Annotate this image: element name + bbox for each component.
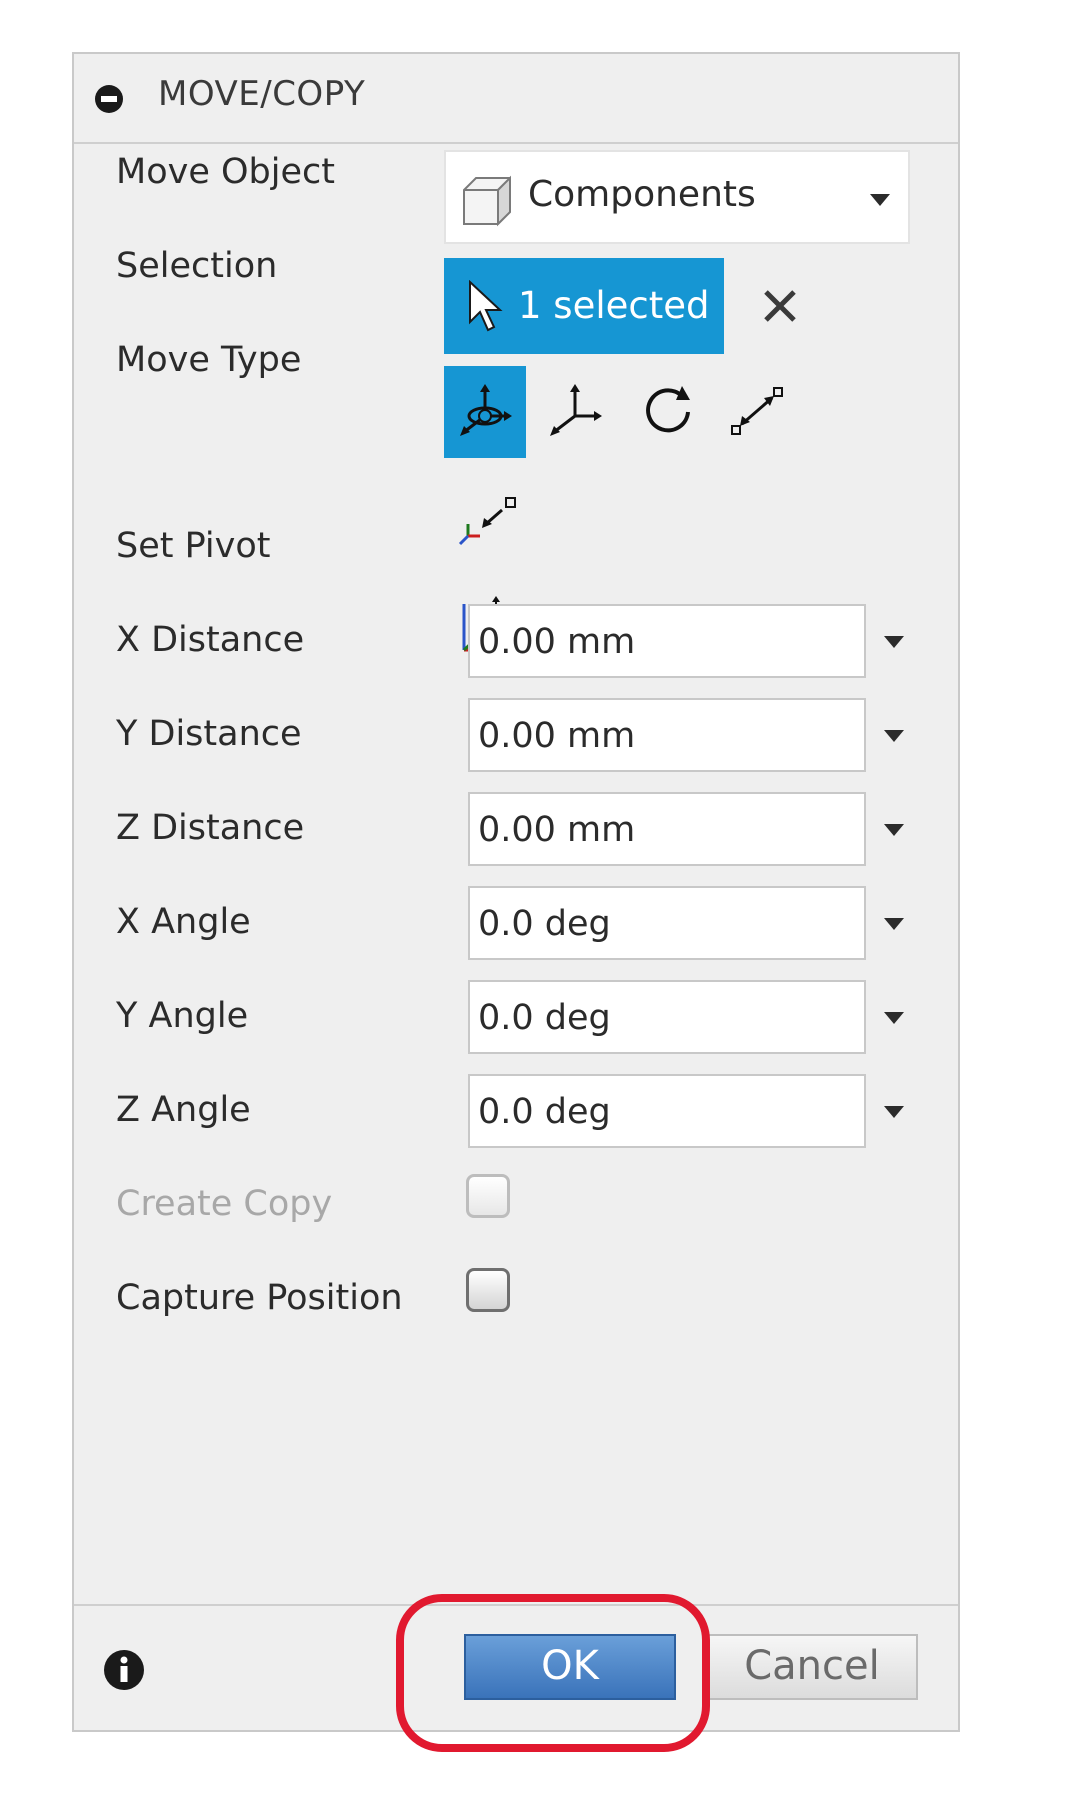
- move-type-rotate[interactable]: [626, 366, 708, 458]
- collapse-icon[interactable]: [94, 84, 124, 114]
- move-type-point-to-point[interactable]: [716, 366, 798, 458]
- move-type-label: Move Type: [116, 340, 302, 380]
- cube-icon: [463, 175, 511, 227]
- point-to-point-icon: [731, 387, 783, 435]
- move-object-value: Components: [528, 174, 756, 215]
- dialog-header: MOVE/COPY: [74, 54, 958, 144]
- create-copy-label: Create Copy: [116, 1184, 333, 1224]
- set-pivot-label: Set Pivot: [116, 526, 271, 566]
- y-angle-field[interactable]: 0.0 deg: [468, 980, 866, 1054]
- x-angle-field[interactable]: 0.0 deg: [468, 886, 866, 960]
- chevron-down-icon[interactable]: [884, 1012, 904, 1024]
- y-distance-value: 0.00 mm: [478, 716, 636, 756]
- cancel-button[interactable]: Cancel: [706, 1634, 918, 1700]
- rotate-icon: [646, 386, 690, 433]
- y-angle-label: Y Angle: [116, 996, 249, 1036]
- z-distance-value: 0.00 mm: [478, 810, 636, 850]
- ok-highlight-annotation: [396, 1594, 710, 1752]
- x-distance-value: 0.00 mm: [478, 622, 636, 662]
- chevron-down-icon[interactable]: [884, 730, 904, 742]
- z-angle-field[interactable]: 0.0 deg: [468, 1074, 866, 1148]
- x-distance-label: X Distance: [116, 620, 305, 660]
- info-icon[interactable]: [102, 1648, 146, 1692]
- selection-count: 1 selected: [518, 284, 710, 327]
- capture-position-checkbox[interactable]: [466, 1268, 510, 1312]
- move-copy-dialog: MOVE/COPY Move Object Components Selecti…: [72, 52, 960, 1732]
- selection-label: Selection: [116, 246, 278, 286]
- move-type-translate[interactable]: [534, 366, 616, 458]
- z-distance-label: Z Distance: [116, 808, 305, 848]
- x-angle-label: X Angle: [116, 902, 251, 942]
- chevron-down-icon[interactable]: [884, 824, 904, 836]
- close-icon[interactable]: [760, 286, 800, 326]
- z-distance-field[interactable]: 0.00 mm: [468, 792, 866, 866]
- y-distance-field[interactable]: 0.00 mm: [468, 698, 866, 772]
- chevron-down-icon[interactable]: [884, 636, 904, 648]
- selection-button[interactable]: 1 selected: [444, 258, 724, 354]
- x-angle-value: 0.0 deg: [478, 904, 611, 944]
- move-object-dropdown[interactable]: Components: [444, 150, 910, 244]
- free-move-icon: [460, 384, 512, 436]
- translate-icon: [550, 384, 602, 436]
- chevron-down-icon[interactable]: [870, 194, 890, 206]
- chevron-down-icon[interactable]: [884, 918, 904, 930]
- x-distance-field[interactable]: 0.00 mm: [468, 604, 866, 678]
- point-to-position-icon[interactable]: [456, 490, 520, 554]
- cursor-icon: [469, 280, 503, 332]
- move-object-label: Move Object: [116, 152, 335, 192]
- dialog-title: MOVE/COPY: [158, 74, 366, 114]
- capture-position-label: Capture Position: [116, 1278, 403, 1318]
- y-distance-label: Y Distance: [116, 714, 302, 754]
- chevron-down-icon[interactable]: [884, 1106, 904, 1118]
- z-angle-label: Z Angle: [116, 1090, 251, 1130]
- move-type-free-move[interactable]: [444, 366, 526, 458]
- create-copy-checkbox[interactable]: [466, 1174, 510, 1218]
- y-angle-value: 0.0 deg: [478, 998, 611, 1038]
- z-angle-value: 0.0 deg: [478, 1092, 611, 1132]
